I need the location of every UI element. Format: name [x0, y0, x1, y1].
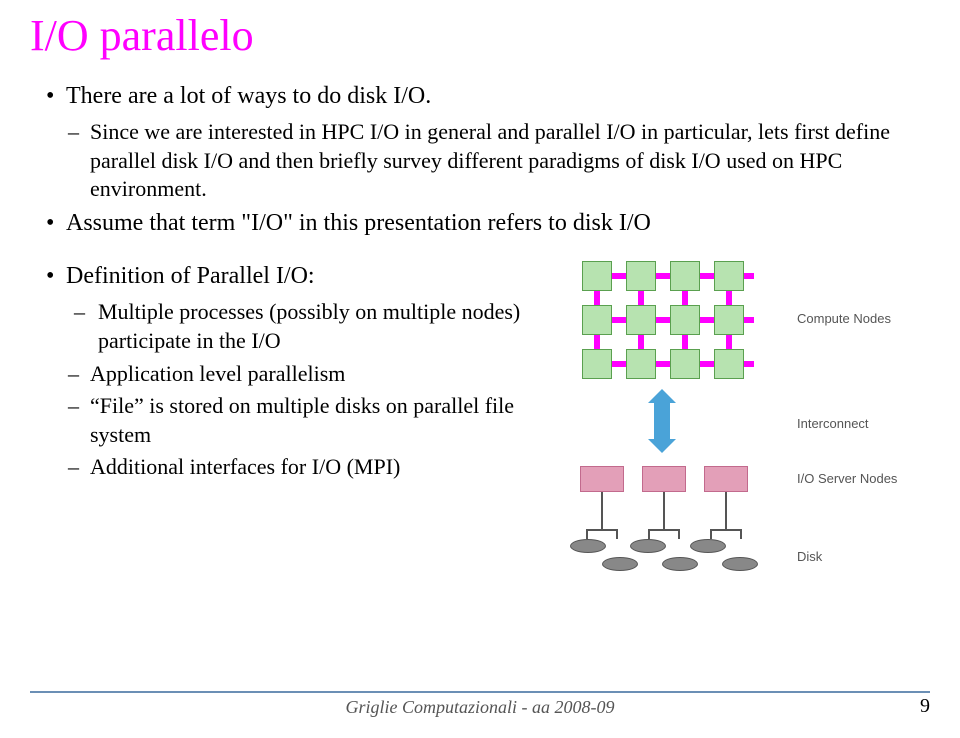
link-line [663, 492, 665, 530]
compute-node [670, 261, 700, 291]
disk-icon [690, 539, 726, 553]
def-item-mpi: Additional interfaces for I/O (MPI) [42, 453, 542, 482]
compute-row [582, 349, 744, 379]
link-line [648, 529, 650, 539]
label-server: I/O Server Nodes [797, 471, 897, 488]
compute-node [582, 349, 612, 379]
compute-node [582, 305, 612, 335]
compute-node [626, 349, 656, 379]
disk-row [570, 539, 726, 553]
compute-node [626, 261, 656, 291]
arrow-shaft [654, 401, 670, 441]
compute-node [582, 261, 612, 291]
content-area: There are a lot of ways to do disk I/O. … [30, 81, 930, 601]
bullet-ways: There are a lot of ways to do disk I/O. [42, 81, 930, 112]
slide-title: I/O parallelo [30, 10, 930, 61]
bullet-definition: Definition of Parallel I/O: [42, 261, 542, 292]
compute-node [626, 305, 656, 335]
footer-divider [30, 691, 930, 693]
link-line [586, 529, 588, 539]
disk-icon [570, 539, 606, 553]
right-column: Compute Nodes Interconnect I/O Server No… [552, 261, 932, 601]
compute-node [670, 349, 700, 379]
server-row [580, 466, 748, 492]
link-line [616, 529, 618, 539]
server-node [580, 466, 624, 492]
bullet-assume: Assume that term "I/O" in this presentat… [42, 208, 930, 239]
link-line [710, 529, 712, 539]
bullet-sub-hpc: Since we are interested in HPC I/O in ge… [42, 118, 930, 204]
disk-icon [662, 557, 698, 571]
link-line [601, 492, 603, 530]
footer: Griglie Computazionali - aa 2008-09 [30, 691, 930, 718]
slide: I/O parallelo There are a lot of ways to… [0, 0, 960, 738]
arrow-down-icon [648, 439, 676, 453]
disk-row [602, 557, 758, 571]
link-line [586, 529, 618, 531]
def-item-file: “File” is stored on multiple disks on pa… [42, 392, 542, 449]
footer-text: Griglie Computazionali - aa 2008-09 [30, 697, 930, 718]
link-line [710, 529, 742, 531]
label-compute: Compute Nodes [797, 311, 891, 328]
server-node [704, 466, 748, 492]
page-number: 9 [920, 695, 930, 718]
link-line [725, 492, 727, 530]
compute-node [670, 305, 700, 335]
label-interconnect: Interconnect [797, 416, 869, 433]
left-column: Definition of Parallel I/O: Multiple pro… [42, 261, 542, 601]
compute-node [714, 305, 744, 335]
compute-row [582, 261, 744, 291]
compute-node [714, 349, 744, 379]
server-node [642, 466, 686, 492]
disk-icon [722, 557, 758, 571]
disk-icon [602, 557, 638, 571]
link-line [678, 529, 680, 539]
architecture-diagram: Compute Nodes Interconnect I/O Server No… [562, 261, 922, 601]
two-column-row: Definition of Parallel I/O: Multiple pro… [42, 261, 930, 601]
link-line [648, 529, 680, 531]
label-disk: Disk [797, 549, 822, 566]
def-item-processes: Multiple processes (possibly on multiple… [42, 298, 542, 355]
link-line [740, 529, 742, 539]
compute-row [582, 305, 744, 335]
def-item-app: Application level parallelism [42, 360, 542, 389]
compute-node [714, 261, 744, 291]
disk-icon [630, 539, 666, 553]
